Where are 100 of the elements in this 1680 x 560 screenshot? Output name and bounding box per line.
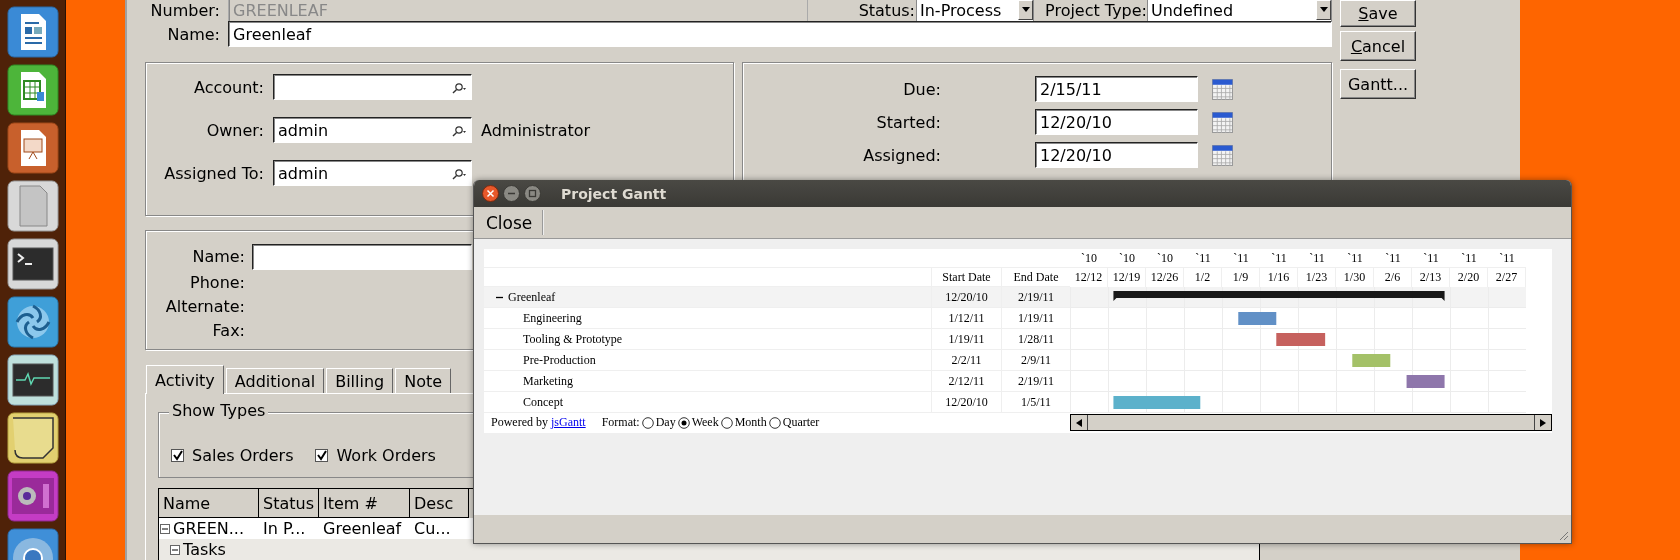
swirl-icon[interactable] <box>6 296 59 348</box>
contact-label: Alternate: <box>164 299 245 315</box>
task-name: Greenleaf <box>508 289 556 305</box>
task-name: Tooling & Prototype <box>523 331 623 347</box>
document-icon[interactable] <box>6 6 59 58</box>
name-field[interactable]: Greenleaf <box>228 21 1332 47</box>
maximize-button[interactable] <box>524 185 541 202</box>
column-header: Start Date <box>942 269 991 285</box>
week-label: 1/30 <box>1343 270 1366 285</box>
calendar-icon[interactable] <box>1212 144 1233 166</box>
scroll-left-icon[interactable] <box>1076 418 1082 427</box>
contact-label: Phone: <box>189 275 245 291</box>
status-combo[interactable]: In-Process <box>916 0 1034 22</box>
presentation-icon[interactable] <box>6 122 59 174</box>
lookup-field[interactable]: admin <box>273 117 472 143</box>
task-name: Marketing <box>523 373 573 389</box>
table-cell: Cu... <box>414 519 451 538</box>
column-header[interactable]: Status <box>259 489 319 518</box>
week-label: 2/20 <box>1457 270 1480 285</box>
tab[interactable]: Activity <box>146 365 224 394</box>
table-cell: Tasks <box>183 540 226 559</box>
year-label: `11 <box>1461 250 1477 266</box>
start-date: 12/20/10 <box>945 394 988 410</box>
tab[interactable]: Note <box>395 368 452 393</box>
blank-document-icon[interactable] <box>6 180 59 232</box>
start-date: 12/20/10 <box>945 289 988 305</box>
week-label: 1/9 <box>1232 270 1249 285</box>
project-type-combo[interactable]: Undefined <box>1147 0 1332 22</box>
tab[interactable]: Additional <box>225 368 325 393</box>
contact-label: Fax: <box>211 323 245 339</box>
task-name: Engineering <box>523 310 582 326</box>
start-date: 1/12/11 <box>948 310 985 326</box>
task-name: Concept <box>523 394 563 410</box>
field-label: Owner: <box>205 120 264 140</box>
status-label: Status: <box>857 0 916 20</box>
table-cell: Greenleaf <box>323 519 402 538</box>
radio-label: Day <box>655 415 676 430</box>
radio-button[interactable] <box>768 416 781 429</box>
camera-icon[interactable] <box>6 470 59 522</box>
year-label: `11 <box>1423 250 1439 266</box>
lookup-field[interactable]: admin <box>273 160 472 186</box>
column-header[interactable]: Name <box>159 489 259 518</box>
end-date: 1/19/11 <box>1017 310 1055 326</box>
group-title: Show Types <box>169 401 269 420</box>
dialog-button[interactable]: Cancel <box>1340 31 1416 61</box>
end-date: 2/9/11 <box>1020 352 1052 368</box>
week-label: 2/13 <box>1419 270 1442 285</box>
start-date: 2/12/11 <box>948 373 985 389</box>
dialog-button[interactable]: Gantt... <box>1340 69 1416 99</box>
project-type-label: Project Type: <box>1044 0 1147 20</box>
caret-icon[interactable] <box>1018 0 1033 20</box>
close-button[interactable]: Close <box>474 210 545 235</box>
checkbox[interactable] <box>315 448 329 462</box>
table-cell: In P... <box>263 519 306 538</box>
calendar-icon[interactable] <box>1212 78 1233 100</box>
format-label: Format: <box>601 415 640 430</box>
date-field[interactable]: 12/20/10 <box>1035 109 1198 135</box>
radio-button[interactable] <box>641 416 654 429</box>
column-header[interactable]: Desc <box>410 489 469 518</box>
contact-name-field[interactable] <box>252 244 472 270</box>
radio-button[interactable] <box>677 416 690 429</box>
tab[interactable]: Billing <box>326 368 394 393</box>
column-header: End Date <box>1013 269 1059 285</box>
date-field[interactable]: 2/15/11 <box>1035 76 1198 102</box>
lookup-field[interactable] <box>273 74 472 100</box>
radio-label: Week <box>691 415 719 430</box>
resize-grip-icon[interactable] <box>1557 529 1569 541</box>
week-label: 1/2 <box>1194 270 1211 285</box>
checkbox-label: Work Orders <box>336 445 436 465</box>
checkbox[interactable] <box>171 448 184 462</box>
end-date: 2/19/11 <box>1017 289 1055 305</box>
contact-label: Name: <box>191 249 245 265</box>
terminal-icon[interactable] <box>6 238 59 290</box>
radio-label: Quarter <box>782 415 820 430</box>
sticky-note-icon[interactable] <box>6 412 59 464</box>
gantt-link[interactable]: jsGantt <box>551 415 586 430</box>
week-label: 12/26 <box>1150 270 1179 285</box>
spreadsheet-icon[interactable] <box>6 64 59 116</box>
scroll-right-icon[interactable] <box>1540 418 1546 427</box>
caret-icon[interactable] <box>1316 0 1331 20</box>
summary-bar[interactable] <box>1113 291 1445 301</box>
end-date: 1/28/11 <box>1017 331 1055 347</box>
start-date: 2/2/11 <box>951 352 982 368</box>
search-icon[interactable] <box>449 82 467 94</box>
search-icon[interactable] <box>449 125 467 137</box>
year-label: `11 <box>1195 250 1211 266</box>
pulse-monitor-icon[interactable] <box>6 354 59 406</box>
horizontal-scrollbar[interactable] <box>1070 414 1552 431</box>
year-label: `10 <box>1081 250 1097 266</box>
dialog-button[interactable]: Save <box>1340 0 1416 27</box>
close-button[interactable] <box>482 185 499 202</box>
date-field[interactable]: 12/20/10 <box>1035 142 1198 168</box>
search-icon[interactable] <box>449 168 467 180</box>
checkbox-label: Sales Orders <box>192 445 294 465</box>
year-label: `10 <box>1157 250 1173 266</box>
calendar-icon[interactable] <box>1212 111 1233 133</box>
year-label: `11 <box>1385 250 1401 266</box>
radio-label: Month <box>734 415 767 430</box>
radio-button[interactable] <box>720 416 733 429</box>
column-header[interactable]: Item # <box>319 489 410 518</box>
